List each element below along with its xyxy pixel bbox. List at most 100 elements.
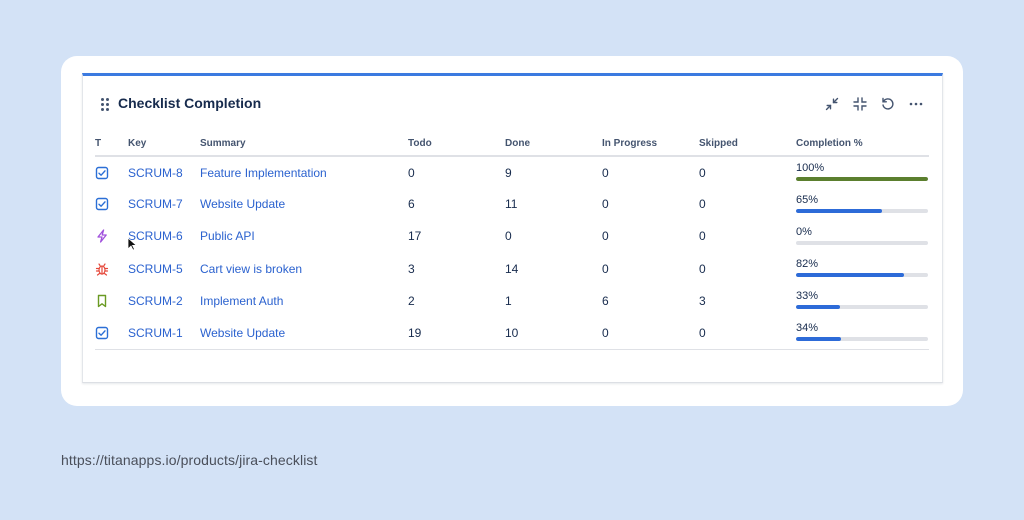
more-icon[interactable] <box>906 94 926 114</box>
skipped-count: 0 <box>699 165 706 180</box>
header-in-progress[interactable]: In Progress <box>602 132 699 157</box>
done-count: 14 <box>505 261 519 276</box>
completion-progress-bar <box>796 337 928 342</box>
lightning-icon <box>95 229 128 244</box>
todo-count: 17 <box>408 229 422 244</box>
done-count: 10 <box>505 316 602 350</box>
gadget-title: Checklist Completion <box>118 95 262 111</box>
header-completion[interactable]: Completion % <box>796 132 929 157</box>
drag-handle-icon[interactable] <box>101 98 110 112</box>
collapse-icon[interactable] <box>850 94 870 114</box>
completion-progress-fill <box>796 305 840 310</box>
table-row: SCRUM-1 Website Update 19 10 0 0 34% <box>95 316 929 350</box>
todo-count: 3 <box>408 261 415 276</box>
todo-count: 19 <box>408 316 505 350</box>
issue-key-cell: SCRUM-2 <box>128 285 200 317</box>
completion-percent: 82% <box>796 258 819 271</box>
completion-cell: 82% <box>796 253 929 285</box>
issue-summary-link[interactable]: Implement Auth <box>200 294 283 308</box>
completion-progress-bar <box>796 305 928 310</box>
completion-percent: 34% <box>796 322 819 335</box>
skipped-count: 0 <box>699 316 796 350</box>
done-count: 1 <box>505 293 512 308</box>
completion-cell: 33% <box>796 285 929 317</box>
issue-key-cell: SCRUM-7 <box>128 188 200 220</box>
refresh-icon[interactable] <box>878 94 898 114</box>
issue-type-cell <box>95 220 128 252</box>
issue-type-cell <box>95 156 128 188</box>
task-checkbox-icon <box>95 197 128 211</box>
summary-cell: Feature Implementation <box>200 156 408 188</box>
issue-key-link[interactable]: SCRUM-5 <box>128 262 183 276</box>
checklist-table: T Key Summary Todo Done In Progress Skip… <box>95 132 929 350</box>
skipped-count: 0 <box>699 229 706 244</box>
source-url[interactable]: https://titanapps.io/products/jira-check… <box>61 452 318 468</box>
completion-progress-bar <box>796 208 928 213</box>
checklist-completion-gadget: Checklist Completion T Key Summary Todo … <box>82 73 943 383</box>
issue-summary-link[interactable]: Cart view is broken <box>200 262 302 276</box>
header-summary[interactable]: Summary <box>200 132 408 157</box>
completion-cell: 65% <box>796 188 929 220</box>
table-header-row: T Key Summary Todo Done In Progress Skip… <box>95 132 929 157</box>
issue-type-cell <box>95 285 128 317</box>
issue-key-cell: SCRUM-1 <box>128 316 200 350</box>
done-count: 0 <box>505 229 512 244</box>
header-key[interactable]: Key <box>128 132 200 157</box>
in-progress-count: 6 <box>602 293 609 308</box>
summary-cell: Website Update <box>200 188 408 220</box>
bookmark-icon <box>95 294 128 308</box>
issue-key-cell: SCRUM-8 <box>128 156 200 188</box>
in-progress-count: 0 <box>602 165 609 180</box>
summary-cell: Implement Auth <box>200 285 408 317</box>
skipped-count: 0 <box>699 261 706 276</box>
header-type[interactable]: T <box>95 132 128 157</box>
issue-summary-link[interactable]: Website Update <box>200 197 285 211</box>
issue-type-cell <box>95 316 128 350</box>
gadget-actions <box>822 94 926 114</box>
minimize-icon[interactable] <box>822 94 842 114</box>
summary-cell: Cart view is broken <box>200 253 408 285</box>
header-todo[interactable]: Todo <box>408 132 505 157</box>
done-count: 9 <box>505 165 512 180</box>
issue-summary-link[interactable]: Public API <box>200 229 255 243</box>
gadget-header: Checklist Completion <box>83 76 942 130</box>
issue-key-link[interactable]: SCRUM-7 <box>128 197 183 211</box>
in-progress-count: 0 <box>602 229 609 244</box>
completion-progress-fill <box>796 337 841 342</box>
issue-key-link[interactable]: SCRUM-8 <box>128 166 183 180</box>
completion-cell: 0% <box>796 220 929 252</box>
issue-type-cell <box>95 253 128 285</box>
completion-progress-bar <box>796 240 928 245</box>
table-row: SCRUM-6 Public API 17 0 0 0 0% <box>95 220 929 252</box>
issue-key-link[interactable]: SCRUM-1 <box>128 326 183 340</box>
in-progress-count: 0 <box>602 261 609 276</box>
completion-progress-bar <box>796 177 928 182</box>
issue-summary-link[interactable]: Website Update <box>200 326 285 340</box>
completion-progress-bar <box>796 273 928 278</box>
task-checkbox-icon <box>95 166 128 180</box>
completion-percent: 100% <box>796 162 825 175</box>
summary-cell: Public API <box>200 220 408 252</box>
skipped-count: 0 <box>699 197 706 212</box>
task-checkbox-icon <box>95 326 128 340</box>
table-row: SCRUM-2 Implement Auth 2 1 6 3 33% <box>95 285 929 317</box>
todo-count: 6 <box>408 197 415 212</box>
completion-progress-fill <box>796 208 882 213</box>
todo-count: 0 <box>408 165 415 180</box>
issue-key-link[interactable]: SCRUM-2 <box>128 294 183 308</box>
done-count: 11 <box>505 197 518 212</box>
completion-percent: 65% <box>796 193 819 206</box>
completion-progress-fill <box>796 273 905 278</box>
header-done[interactable]: Done <box>505 132 602 157</box>
bug-icon <box>95 262 128 276</box>
issue-summary-link[interactable]: Feature Implementation <box>200 166 327 180</box>
todo-count: 2 <box>408 293 415 308</box>
header-skipped[interactable]: Skipped <box>699 132 796 157</box>
mouse-cursor-icon <box>127 237 137 251</box>
issue-key-cell: SCRUM-6 <box>128 220 200 252</box>
table-row: SCRUM-5 Cart view is broken 3 14 0 0 82% <box>95 253 929 285</box>
table-row: SCRUM-7 Website Update 6 11 0 0 65% <box>95 188 929 220</box>
completion-percent: 0% <box>796 225 812 238</box>
completion-cell: 100% <box>796 156 929 188</box>
completion-percent: 33% <box>796 290 819 303</box>
